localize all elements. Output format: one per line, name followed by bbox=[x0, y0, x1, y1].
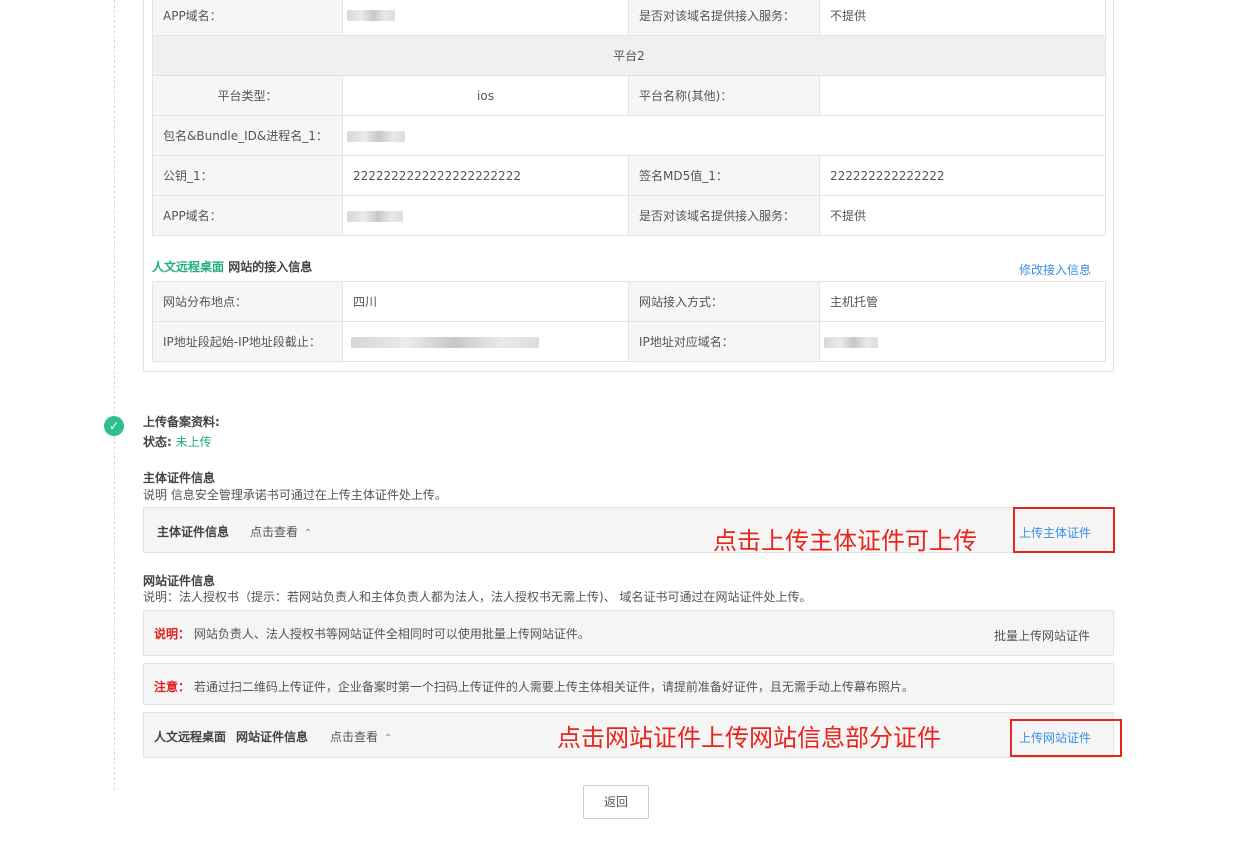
location-value: 四川 bbox=[342, 281, 629, 322]
platform-name-other-value bbox=[819, 75, 1106, 116]
table-row: APP域名： 是否对该域名提供接入服务： 不提供 bbox=[152, 0, 1106, 36]
provide-service-value: 不提供 bbox=[819, 195, 1106, 236]
subject-cert-title: 主体证件信息 bbox=[143, 471, 216, 485]
table-row: IP地址段起始-IP地址段截止： IP地址对应域名： bbox=[152, 321, 1106, 362]
site-bar-name: 人文远程桌面 bbox=[154, 730, 227, 744]
pubkey-value: 2222222222222222222222 bbox=[342, 155, 629, 196]
subject-upload-highlight: 上传主体证件 bbox=[1013, 507, 1115, 553]
check-icon: ✓ bbox=[104, 416, 124, 436]
upload-status: 状态: 未上传 bbox=[143, 433, 212, 450]
bundle-label: 包名&Bundle_ID&进程名_1： bbox=[152, 115, 343, 156]
table-row: 包名&Bundle_ID&进程名_1： bbox=[152, 115, 1106, 156]
platform2-header: 平台2 bbox=[152, 35, 1106, 76]
subject-view-link[interactable]: 点击查看 ⌃ bbox=[250, 523, 312, 540]
subject-upload-link[interactable]: 上传主体证件 bbox=[1019, 524, 1091, 541]
provide-service-value: 不提供 bbox=[819, 0, 1106, 36]
app-domain-label: APP域名： bbox=[152, 195, 343, 236]
site-view-link[interactable]: 点击查看 ⌃ bbox=[330, 728, 392, 745]
edit-access-link[interactable]: 修改接入信息 bbox=[1019, 261, 1091, 278]
upload-title: 上传备案资料: bbox=[143, 415, 220, 429]
platform-name-other-label: 平台名称(其他)： bbox=[628, 75, 820, 116]
note-batch-bar: 说明： 网站负责人、法人授权书等网站证件全相同时可以使用批量上传网站证件。 批量… bbox=[143, 610, 1114, 656]
timeline-line bbox=[114, 0, 115, 790]
subject-cert-desc: 说明 信息安全管理承诺书可通过在上传主体证件处上传。 bbox=[143, 488, 447, 502]
md5-value: 222222222222222 bbox=[819, 155, 1106, 196]
subject-bar-label: 主体证件信息 bbox=[157, 525, 230, 539]
method-label: 网站接入方式： bbox=[628, 281, 820, 322]
ip-domain-value bbox=[819, 321, 1106, 362]
subject-annotation: 点击上传主体证件可上传 bbox=[713, 527, 977, 555]
ip-range-value bbox=[342, 321, 629, 362]
provide-service-label: 是否对该域名提供接入服务： bbox=[628, 195, 820, 236]
site-cert-title: 网站证件信息 bbox=[143, 574, 216, 588]
note2-label: 注意： bbox=[154, 680, 191, 694]
access-section-title: 人文远程桌面 网站的接入信息 bbox=[152, 258, 312, 275]
note-qr-bar: 注意： 若通过扫二维码上传证件，企业备案时第一个扫码上传证件的人需要上传主体相关… bbox=[143, 663, 1114, 705]
provide-service-label: 是否对该域名提供接入服务： bbox=[628, 0, 820, 36]
site-cert-desc: 说明：法人授权书（提示：若网站负责人和主体负责人都为法人，法人授权书无需上传)、… bbox=[143, 590, 812, 604]
subject-view-text: 点击查看 bbox=[250, 525, 299, 539]
note1-text: 网站负责人、法人授权书等网站证件全相同时可以使用批量上传网站证件。 bbox=[193, 627, 590, 641]
pubkey-label: 公钥_1： bbox=[152, 155, 343, 196]
return-button[interactable]: 返回 bbox=[583, 785, 649, 819]
platform-table: APP域名： 是否对该域名提供接入服务： 不提供 平台2 平台类型： ios 平… bbox=[152, 0, 1106, 236]
bundle-value bbox=[342, 115, 1106, 156]
platform-type-label: 平台类型： bbox=[152, 75, 343, 116]
ip-range-label: IP地址段起始-IP地址段截止： bbox=[152, 321, 343, 362]
location-label: 网站分布地点： bbox=[152, 281, 343, 322]
note2: 注意： 若通过扫二维码上传证件，企业备案时第一个扫码上传证件的人需要上传主体相关… bbox=[154, 678, 914, 695]
batch-upload-link[interactable]: 批量上传网站证件 bbox=[994, 627, 1090, 644]
site-upload-link[interactable]: 上传网站证件 bbox=[1019, 729, 1091, 746]
platform-type-value: ios bbox=[342, 75, 629, 116]
table-row: 网站分布地点： 四川 网站接入方式： 主机托管 bbox=[152, 281, 1106, 322]
chevron-up-icon: ⌃ bbox=[304, 528, 313, 539]
status-value: 未上传 bbox=[175, 435, 212, 449]
app-domain-value bbox=[342, 195, 629, 236]
md5-label: 签名MD5值_1： bbox=[628, 155, 820, 196]
site-view-text: 点击查看 bbox=[330, 730, 379, 744]
note1: 说明： 网站负责人、法人授权书等网站证件全相同时可以使用批量上传网站证件。 bbox=[154, 625, 590, 642]
app-domain-label: APP域名： bbox=[152, 0, 343, 36]
app-domain-value bbox=[342, 0, 629, 36]
table-row: APP域名： 是否对该域名提供接入服务： 不提供 bbox=[152, 195, 1106, 236]
method-value: 主机托管 bbox=[819, 281, 1106, 322]
table-row: 公钥_1： 2222222222222222222222 签名MD5值_1： 2… bbox=[152, 155, 1106, 196]
status-label: 状态: bbox=[143, 435, 172, 449]
table-row: 平台2 bbox=[152, 35, 1106, 76]
site-upload-highlight: 上传网站证件 bbox=[1010, 719, 1122, 757]
site-bar-label: 网站证件信息 bbox=[236, 730, 309, 744]
chevron-up-icon: ⌃ bbox=[384, 733, 393, 744]
site-annotation: 点击网站证件上传网站信息部分证件 bbox=[557, 724, 941, 752]
access-title: 网站的接入信息 bbox=[228, 260, 313, 274]
ip-domain-label: IP地址对应域名： bbox=[628, 321, 820, 362]
note2-text: 若通过扫二维码上传证件，企业备案时第一个扫码上传证件的人需要上传主体相关证件，请… bbox=[193, 680, 914, 694]
table-row: 平台类型： ios 平台名称(其他)： bbox=[152, 75, 1106, 116]
note1-label: 说明： bbox=[154, 627, 191, 641]
access-table: 网站分布地点： 四川 网站接入方式： 主机托管 IP地址段起始-IP地址段截止：… bbox=[152, 281, 1106, 362]
site-name: 人文远程桌面 bbox=[152, 260, 225, 274]
